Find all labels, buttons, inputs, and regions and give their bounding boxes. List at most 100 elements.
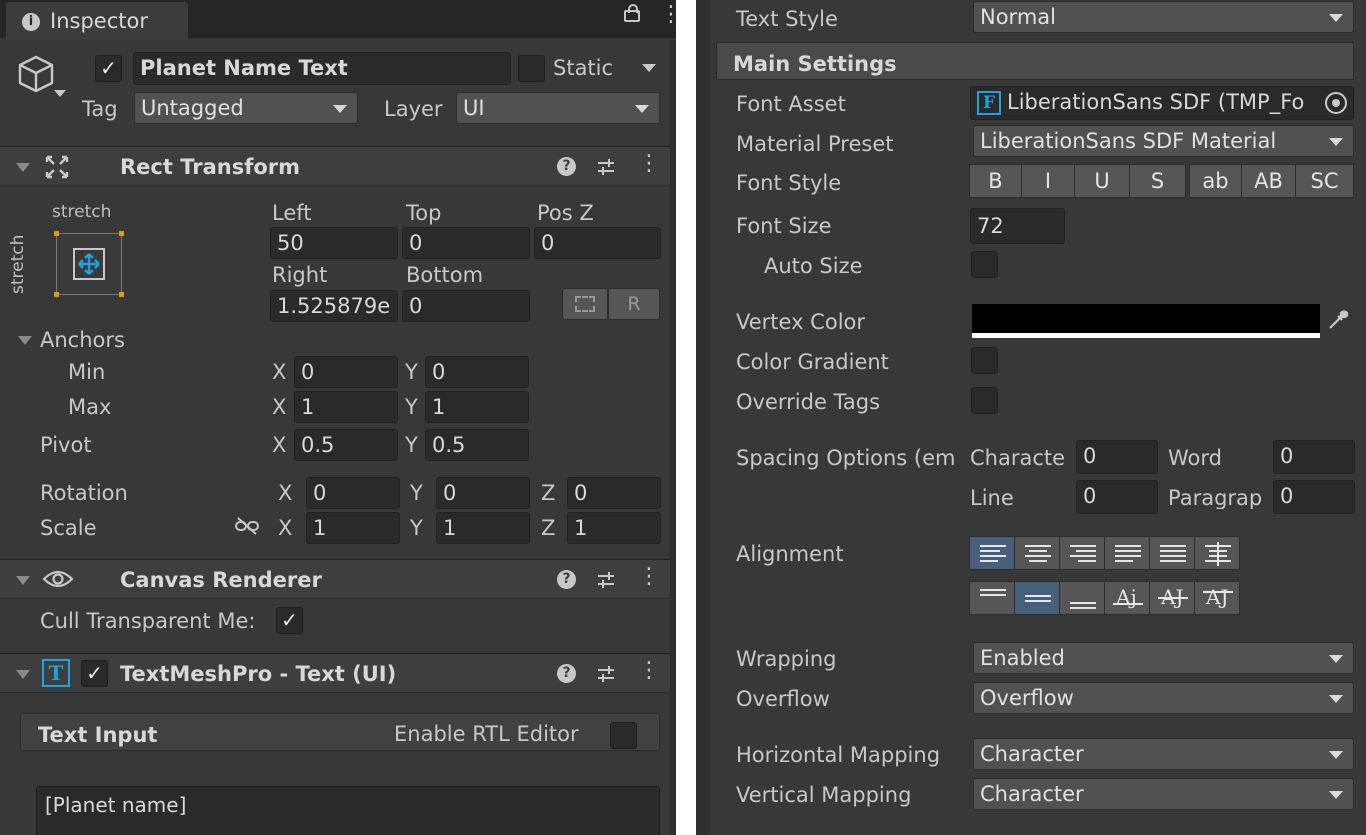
align-geometry-center-button[interactable] bbox=[1194, 536, 1240, 570]
wrapping-dropdown[interactable]: Enabled bbox=[973, 642, 1354, 674]
static-checkbox[interactable] bbox=[518, 55, 545, 82]
z-label: Z bbox=[541, 481, 556, 505]
vertical-mapping-value: Character bbox=[980, 782, 1084, 806]
anchor-max-y-field[interactable]: 1 bbox=[425, 391, 529, 423]
text-style-dropdown[interactable]: Normal bbox=[973, 1, 1354, 33]
component-menu-icon[interactable]: ⋮ bbox=[638, 153, 660, 175]
anchor-max-x-field[interactable]: 1 bbox=[294, 391, 398, 423]
font-asset-value: LiberationSans SDF (TMP_Fo bbox=[1007, 90, 1305, 114]
foldout-arrow-icon[interactable] bbox=[16, 163, 30, 172]
rect-transform-header[interactable]: Rect Transform ? ⋮ bbox=[0, 146, 676, 186]
scale-z-field[interactable]: 1 bbox=[567, 512, 661, 544]
rotation-y-field[interactable]: 0 bbox=[436, 477, 530, 509]
font-style-italic-button[interactable]: I bbox=[1021, 164, 1075, 198]
line-spacing-field[interactable]: 0 bbox=[1076, 480, 1158, 514]
character-spacing-field[interactable]: 0 bbox=[1076, 440, 1158, 474]
anchor-min-x-field[interactable]: 0 bbox=[294, 356, 398, 388]
canvas-renderer-header[interactable]: Canvas Renderer ? ⋮ bbox=[0, 559, 676, 599]
font-style-smallcaps-button[interactable]: SC bbox=[1295, 164, 1354, 198]
font-style-strikethrough-button[interactable]: S bbox=[1129, 164, 1186, 198]
line-spacing-label: Line bbox=[970, 486, 1014, 510]
textmeshpro-enabled-checkbox[interactable]: ✓ bbox=[81, 660, 108, 687]
cull-transparent-checkbox[interactable]: ✓ bbox=[276, 607, 303, 634]
word-spacing-field[interactable]: 0 bbox=[1273, 440, 1355, 474]
blueprint-mode-button[interactable] bbox=[562, 288, 608, 320]
textmeshpro-header[interactable]: T ✓ TextMeshPro - Text (UI) ? ⋮ bbox=[0, 653, 676, 693]
anchor-preset-button[interactable] bbox=[54, 231, 124, 297]
stretch-arrows-icon bbox=[73, 248, 105, 280]
anchors-foldout-icon[interactable] bbox=[18, 336, 32, 345]
paragraph-spacing-field[interactable]: 0 bbox=[1273, 480, 1355, 514]
tab-inspector[interactable]: i Inspector bbox=[6, 2, 188, 40]
anchor-min-y-field[interactable]: 0 bbox=[425, 356, 529, 388]
font-style-underline-button[interactable]: U bbox=[1074, 164, 1130, 198]
active-checkbox[interactable]: ✓ bbox=[95, 55, 122, 82]
auto-size-checkbox[interactable] bbox=[971, 251, 998, 278]
overflow-dropdown[interactable]: Overflow bbox=[973, 682, 1354, 714]
bottom-field[interactable]: 0 bbox=[402, 290, 530, 322]
align-top-button[interactable] bbox=[969, 581, 1015, 615]
font-asset-label: Font Asset bbox=[736, 92, 846, 116]
more-menu-icon[interactable]: ⋮ bbox=[660, 4, 676, 26]
gameobject-cube-icon[interactable] bbox=[16, 54, 56, 94]
font-style-lowercase-button[interactable]: ab bbox=[1189, 164, 1242, 198]
y-label: Y bbox=[405, 395, 418, 419]
vertex-color-swatch[interactable] bbox=[972, 304, 1320, 338]
object-name-field[interactable]: Planet Name Text bbox=[133, 52, 511, 85]
pivot-y-field[interactable]: 0.5 bbox=[425, 429, 529, 461]
z-label: Z bbox=[541, 516, 556, 540]
lock-shackle-icon bbox=[628, 4, 638, 13]
object-picker-icon[interactable] bbox=[1325, 92, 1347, 114]
foldout-arrow-icon[interactable] bbox=[16, 670, 30, 679]
rtl-editor-checkbox[interactable] bbox=[610, 722, 637, 749]
left-field[interactable]: 50 bbox=[270, 227, 398, 259]
presets-sliders-icon[interactable] bbox=[596, 157, 616, 181]
vertical-mapping-dropdown[interactable]: Character bbox=[973, 778, 1354, 810]
inspector-panel: i Inspector ⋮ ✓ Planet Name Text Static … bbox=[0, 0, 676, 835]
help-icon[interactable]: ? bbox=[557, 157, 576, 176]
align-midline-button[interactable]: AJ bbox=[1149, 581, 1195, 615]
text-input-area[interactable]: [Planet name] bbox=[36, 786, 660, 835]
presets-sliders-icon[interactable] bbox=[596, 664, 616, 688]
material-preset-dropdown[interactable]: LiberationSans SDF Material bbox=[973, 125, 1354, 157]
align-bottom-button[interactable] bbox=[1059, 581, 1105, 615]
scrollbar-track[interactable] bbox=[670, 40, 676, 835]
right-field[interactable]: 1.525879e bbox=[270, 290, 398, 322]
tag-dropdown[interactable]: Untagged bbox=[134, 92, 358, 124]
align-middle-button[interactable] bbox=[1014, 581, 1060, 615]
font-style-bold-button[interactable]: B bbox=[969, 164, 1022, 198]
pivot-x-field[interactable]: 0.5 bbox=[294, 429, 398, 461]
eyedropper-icon[interactable] bbox=[1326, 308, 1350, 336]
component-menu-icon[interactable]: ⋮ bbox=[638, 660, 660, 682]
help-icon[interactable]: ? bbox=[557, 570, 576, 589]
align-capline-button[interactable]: AJ bbox=[1194, 581, 1240, 615]
constrain-proportions-link-icon[interactable] bbox=[234, 516, 260, 540]
override-tags-checkbox[interactable] bbox=[971, 387, 998, 414]
help-icon[interactable]: ? bbox=[557, 664, 576, 683]
scale-x-field[interactable]: 1 bbox=[306, 512, 400, 544]
align-center-button[interactable] bbox=[1014, 536, 1060, 570]
color-gradient-checkbox[interactable] bbox=[971, 347, 998, 374]
rotation-x-field[interactable]: 0 bbox=[306, 477, 400, 509]
font-asset-field[interactable]: F LiberationSans SDF (TMP_Fo bbox=[970, 86, 1354, 120]
rotation-z-field[interactable]: 0 bbox=[567, 477, 661, 509]
align-baseline-button[interactable]: Aj bbox=[1104, 581, 1150, 615]
align-justified-button[interactable] bbox=[1104, 536, 1150, 570]
raw-edit-button[interactable]: R bbox=[608, 288, 660, 320]
font-style-uppercase-button[interactable]: AB bbox=[1241, 164, 1296, 198]
layer-dropdown[interactable]: UI bbox=[456, 92, 660, 124]
align-left-button[interactable] bbox=[969, 536, 1015, 570]
align-flush-button[interactable] bbox=[1149, 536, 1195, 570]
horizontal-mapping-dropdown[interactable]: Character bbox=[973, 738, 1354, 770]
posz-field[interactable]: 0 bbox=[534, 227, 661, 259]
font-size-field[interactable]: 72 bbox=[970, 208, 1065, 244]
scale-y-field[interactable]: 1 bbox=[436, 512, 530, 544]
material-preset-value: LiberationSans SDF Material bbox=[980, 129, 1277, 153]
component-menu-icon[interactable]: ⋮ bbox=[638, 566, 660, 588]
presets-sliders-icon[interactable] bbox=[596, 570, 616, 594]
foldout-arrow-icon[interactable] bbox=[16, 576, 30, 585]
static-dropdown-caret[interactable] bbox=[642, 64, 656, 72]
align-right-button[interactable] bbox=[1059, 536, 1105, 570]
scale-label: Scale bbox=[40, 516, 97, 540]
top-field[interactable]: 0 bbox=[402, 227, 530, 259]
